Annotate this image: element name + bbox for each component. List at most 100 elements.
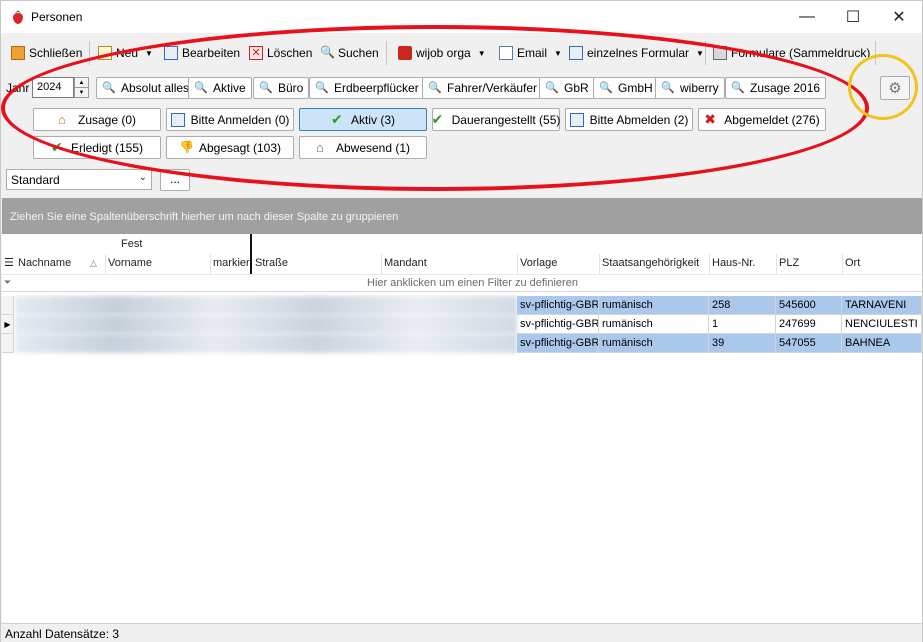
close-form-icon: [11, 46, 25, 60]
status-bitte-abmelden-button[interactable]: Bitte Abmelden (2): [565, 108, 693, 131]
column-header-ort[interactable]: Ort: [842, 234, 922, 274]
year-spinner[interactable]: ▲ ▼: [74, 77, 89, 98]
status-label: Zusage (0): [77, 112, 137, 127]
cell-vorlage[interactable]: sv-pflichtig-GBR: [517, 296, 599, 315]
single-form-button[interactable]: einzelnes Formular ▼: [569, 42, 704, 64]
toolbar-separator: [386, 41, 387, 65]
filter-gbr-button[interactable]: 🔍 GbR: [539, 77, 595, 99]
row-indicator-current[interactable]: ▶: [2, 315, 14, 334]
chevron-down-icon[interactable]: ▼: [478, 49, 486, 58]
cell-hausnr[interactable]: 39: [709, 334, 776, 353]
delete-button[interactable]: ✕ Löschen: [249, 42, 312, 64]
column-chooser-icon[interactable]: ☰: [4, 256, 14, 269]
maximize-button[interactable]: ☐: [830, 1, 876, 33]
layout-more-button[interactable]: ...: [160, 169, 190, 191]
cell-ort[interactable]: TARNAVENI: [842, 296, 922, 315]
search-button[interactable]: 🔍 Suchen: [320, 42, 379, 64]
cell-plz[interactable]: 547055: [776, 334, 842, 353]
filter-label: GmbH: [618, 81, 653, 95]
layout-dropdown[interactable]: Standard ⌄: [6, 169, 152, 190]
new-label: Neu: [116, 46, 139, 60]
status-zusage-button[interactable]: ⌂ Zusage (0): [33, 108, 161, 131]
chevron-down-icon[interactable]: ▼: [696, 49, 704, 58]
search-icon: 🔍: [661, 82, 675, 94]
email-button[interactable]: Email ▼: [499, 42, 562, 64]
column-header-vorlage[interactable]: Vorlage: [517, 234, 599, 274]
status-dauerangestellt-button[interactable]: ✔ Dauerangestellt (55): [432, 108, 560, 131]
single-form-label: einzelnes Formular: [587, 46, 690, 60]
cell-vorlage[interactable]: sv-pflichtig-GBR: [517, 334, 599, 353]
column-header-plz[interactable]: PLZ: [776, 234, 842, 274]
cell-plz[interactable]: 247699: [776, 315, 842, 334]
close-button[interactable]: Schließen: [11, 42, 82, 64]
table-row[interactable]: sv-pflichtig-GBR rumänisch 39 547055 BAH…: [2, 334, 922, 353]
close-window-button[interactable]: ✕: [876, 1, 922, 33]
filter-absolut-alles-button[interactable]: 🔍 Absolut alles: [96, 77, 196, 99]
cell-staatsangehoerigkeit[interactable]: rumänisch: [599, 315, 709, 334]
cell-staatsangehoerigkeit[interactable]: rumänisch: [599, 334, 709, 353]
filter-gmbh-button[interactable]: 🔍 GmbH: [593, 77, 659, 99]
status-label: Abgemeldet (276): [724, 112, 820, 127]
filter-row[interactable]: ⏷ Hier anklicken um einen Filter zu defi…: [2, 274, 922, 292]
cell-vorlage[interactable]: sv-pflichtig-GBR: [517, 315, 599, 334]
row-indicator[interactable]: [2, 296, 14, 315]
search-label: Suchen: [338, 46, 379, 60]
search-icon: 🔍: [545, 82, 559, 94]
row-indicator[interactable]: [2, 334, 14, 353]
wijob-orga-button[interactable]: wijob orga ▼: [398, 42, 486, 64]
status-label: Dauerangestellt (55): [451, 112, 561, 127]
spin-up-icon[interactable]: ▲: [75, 78, 88, 88]
column-chooser[interactable]: ☰: [2, 234, 15, 274]
cell-plz[interactable]: 545600: [776, 296, 842, 315]
house-icon: ⌂: [57, 111, 66, 127]
form-pencil-icon: [569, 46, 583, 60]
table-row[interactable]: ▶ sv-pflichtig-GBR rumänisch 1 247699 NE…: [2, 315, 922, 334]
filter-buero-button[interactable]: 🔍 Büro: [253, 77, 310, 99]
gear-icon: ⚙: [888, 80, 902, 97]
cell-ort[interactable]: BAHNEA: [842, 334, 922, 353]
minimize-button[interactable]: —: [784, 1, 830, 33]
status-abgemeldet-button[interactable]: ✖ Abgemeldet (276): [698, 108, 826, 131]
column-header-hausnr[interactable]: Haus-Nr.: [709, 234, 776, 274]
status-bitte-anmelden-button[interactable]: Bitte Anmelden (0): [166, 108, 294, 131]
filter-fahrer-verkaeufer-button[interactable]: 🔍 Fahrer/Verkäufer: [422, 77, 544, 99]
column-header-mandant[interactable]: Mandant: [381, 234, 517, 274]
column-header-staatsangehoerigkeit[interactable]: Staatsangehörigkeit: [599, 234, 709, 274]
sort-ascending-icon: △: [90, 258, 97, 268]
chevron-down-icon[interactable]: ▼: [554, 49, 562, 58]
bulk-forms-label: Formulare (Sammeldruck): [731, 46, 871, 60]
status-abgesagt-button[interactable]: 👎 Abgesagt (103): [166, 136, 294, 159]
cell-hausnr[interactable]: 258: [709, 296, 776, 315]
red-x-icon: ✖: [704, 110, 717, 127]
filter-label: Erdbeerpflücker: [334, 81, 419, 95]
filter-zusage-2016-button[interactable]: 🔍 Zusage 2016: [725, 77, 827, 99]
redacted-name-address: [15, 315, 517, 334]
cell-hausnr[interactable]: 1: [709, 315, 776, 334]
filter-label: Aktive: [213, 81, 246, 95]
bulk-forms-button[interactable]: Formulare (Sammeldruck): [713, 42, 870, 64]
status-erledigt-button[interactable]: ✔ Erledigt (155): [33, 136, 161, 159]
settings-button[interactable]: ⚙: [880, 76, 910, 100]
chevron-down-icon[interactable]: ▼: [145, 49, 153, 58]
filter-hint[interactable]: Hier anklicken um einen Filter zu defini…: [367, 277, 578, 289]
year-input[interactable]: 2024: [32, 77, 74, 98]
cell-staatsangehoerigkeit[interactable]: rumänisch: [599, 296, 709, 315]
cell-ort[interactable]: NENCIULESTI: [842, 315, 922, 334]
filter-aktive-button[interactable]: 🔍 Aktive: [188, 77, 252, 99]
search-icon: 🔍: [259, 82, 273, 94]
status-abwesend-button[interactable]: ⌂ Abwesend (1): [299, 136, 427, 159]
form-pencil-icon: [170, 112, 185, 127]
status-aktiv-button[interactable]: ✔ Aktiv (3): [299, 108, 427, 131]
filter-erdbeerpfluecker-button[interactable]: 🔍 Erdbeerpflücker: [309, 77, 425, 99]
column-header-markier[interactable]: markier: [210, 234, 250, 274]
column-header-strasse[interactable]: Straße: [252, 234, 382, 274]
new-button[interactable]: Neu ▼: [98, 42, 153, 64]
column-header-vorname[interactable]: Vorname: [105, 234, 210, 274]
column-header-nachname[interactable]: Nachname △: [15, 234, 105, 274]
spin-down-icon[interactable]: ▼: [75, 88, 88, 98]
edit-button[interactable]: Bearbeiten: [164, 42, 240, 64]
filter-wiberry-button[interactable]: 🔍 wiberry: [655, 77, 725, 99]
group-by-panel[interactable]: Ziehen Sie eine Spaltenüberschrift hierh…: [2, 198, 922, 234]
table-row[interactable]: sv-pflichtig-GBR rumänisch 258 545600 TA…: [2, 296, 922, 315]
toolbar-separator: [705, 41, 706, 65]
